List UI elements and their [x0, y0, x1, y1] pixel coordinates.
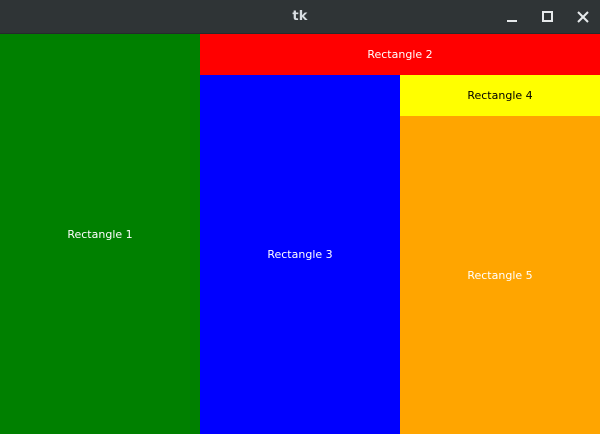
rectangle-4-label: Rectangle 4: [467, 89, 533, 102]
close-button[interactable]: [566, 0, 600, 34]
rectangle-2-label: Rectangle 2: [367, 48, 433, 61]
rectangle-5-label: Rectangle 5: [467, 268, 533, 282]
close-icon: [577, 11, 589, 23]
rectangle-4: Rectangle 4: [400, 75, 600, 116]
maximize-button[interactable]: [531, 0, 565, 34]
minimize-icon: [507, 20, 517, 22]
rectangle-2: Rectangle 2: [200, 34, 600, 75]
title-bar[interactable]: tk: [0, 0, 600, 34]
window-controls: [496, 0, 600, 34]
rectangle-5: Rectangle 5: [400, 116, 600, 434]
rectangle-3-label: Rectangle 3: [267, 248, 333, 261]
canvas-area: Rectangle 1 Rectangle 2 Rectangle 3 Rect…: [0, 34, 600, 434]
maximize-icon: [542, 11, 553, 22]
rectangle-3: Rectangle 3: [200, 75, 400, 434]
rectangle-1: Rectangle 1: [0, 34, 200, 434]
minimize-button[interactable]: [496, 0, 530, 34]
app-window: tk Rectangle 1 Rectangle 2 Rectangle 3 R…: [0, 0, 600, 434]
rectangle-1-label: Rectangle 1: [67, 227, 133, 241]
